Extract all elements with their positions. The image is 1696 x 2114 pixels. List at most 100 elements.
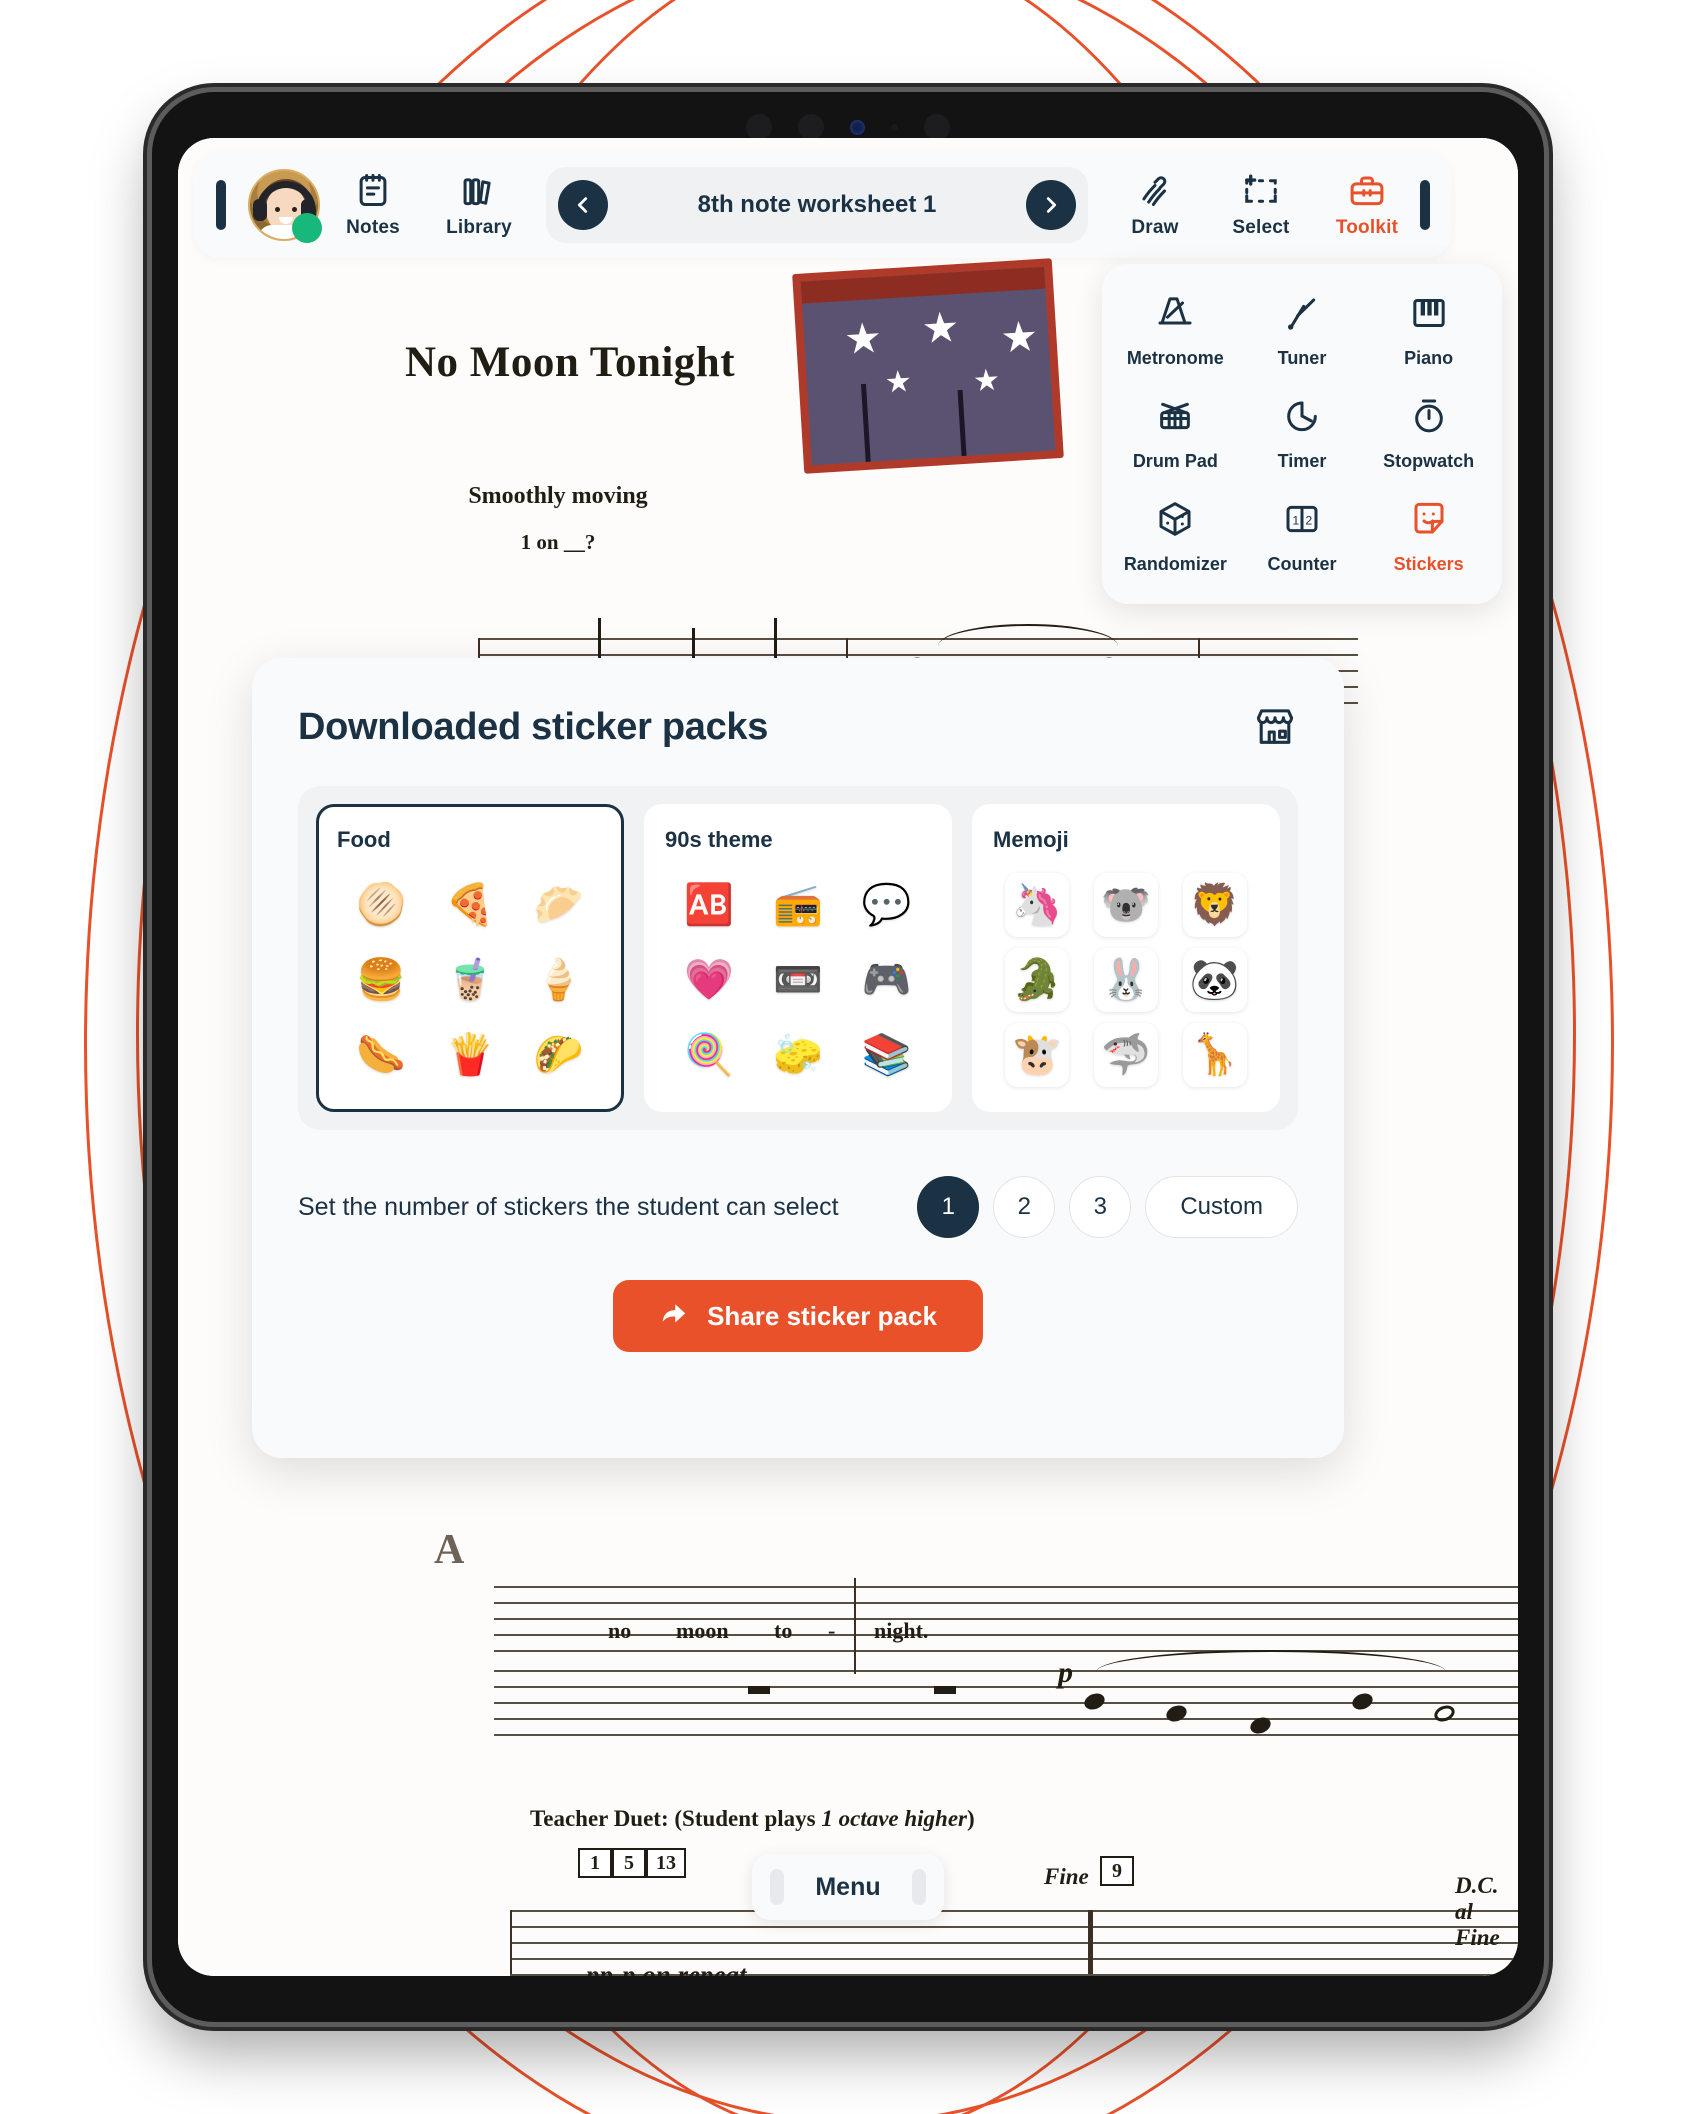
sticker[interactable]: 📼 <box>773 960 823 1000</box>
document-navigator: 8th note worksheet 1 <box>546 167 1088 243</box>
staff-line <box>494 1686 1518 1688</box>
sticker[interactable]: 🍕 <box>445 885 495 925</box>
toolkit-item-label: Tuner <box>1277 348 1327 369</box>
sticker-pack-food[interactable]: Food 🫓 🍕 🥟 🍔 🧋 🍦 🌭 🍟 🌮 <box>316 804 624 1112</box>
count-option-2[interactable]: 2 <box>993 1176 1056 1238</box>
sticker: 🐊 <box>1012 957 1063 1002</box>
menu-grip-right <box>912 1869 926 1905</box>
sticker-cell[interactable]: 🐨 <box>1093 872 1158 937</box>
counter-icon: 1 2 <box>1282 499 1322 544</box>
prev-page-button[interactable] <box>558 180 608 230</box>
toolkit-item-label: Piano <box>1404 348 1454 369</box>
online-status-dot <box>292 213 322 243</box>
front-camera-icon <box>850 119 865 135</box>
song-title: No Moon Tonight <box>404 339 736 386</box>
sticker[interactable]: 🧽 <box>773 1035 823 1075</box>
sticker[interactable]: 📻 <box>773 885 823 925</box>
count-option-1[interactable]: 1 <box>917 1176 980 1238</box>
modal-title: Downloaded sticker packs <box>298 705 769 748</box>
slur <box>938 624 1118 646</box>
sticker-cell[interactable]: 🐼 <box>1182 947 1247 1012</box>
speaker-dot <box>924 114 950 140</box>
sticker: 🐨 <box>1101 882 1151 927</box>
sticker[interactable]: 🌭 <box>356 1035 406 1075</box>
toolbar-item-label: Notes <box>346 216 400 238</box>
select-icon <box>1242 172 1280 210</box>
sticker-cell[interactable]: 🦈 <box>1093 1023 1158 1088</box>
toolkit-item-metronome[interactable]: Metronome <box>1112 280 1239 383</box>
svg-text:2: 2 <box>1305 513 1312 527</box>
sticker-pack-90s-theme[interactable]: 90s theme 🆎 📻 💬 💗 📼 🎮 🍭 🧽 📚 <box>644 804 952 1112</box>
toolkit-item-label: Counter <box>1267 553 1337 574</box>
storefront-icon[interactable] <box>1252 704 1298 750</box>
toolkit-item-label: Timer <box>1277 450 1327 471</box>
toolkit-item-piano[interactable]: Piano <box>1365 280 1492 383</box>
toolbar-item-toolkit[interactable]: Toolkit <box>1314 172 1420 239</box>
sticker: 🦁 <box>1189 882 1240 927</box>
toolkit-item-counter[interactable]: 1 2 Counter <box>1239 485 1366 588</box>
toolkit-item-randomizer[interactable]: Randomizer <box>1112 485 1239 588</box>
toolkit-item-stopwatch[interactable]: Stopwatch <box>1365 383 1492 486</box>
share-row: Share sticker pack <box>298 1280 1298 1352</box>
count-option-custom[interactable]: Custom <box>1145 1176 1298 1238</box>
headphone-cup <box>253 199 267 221</box>
pack-sticker-grid: 🦄 🐨 🦁 🐊 🐰 🐼 🐮 🦈 🦒 <box>993 867 1259 1093</box>
staff-line <box>494 1718 1518 1720</box>
note-head <box>1431 1702 1458 1725</box>
sticker[interactable]: 📚 <box>862 1035 912 1075</box>
sticker[interactable]: 🌮 <box>534 1035 584 1075</box>
count-option-3[interactable]: 3 <box>1069 1176 1132 1238</box>
sticker[interactable]: 💬 <box>862 885 912 925</box>
sticker[interactable]: 🍟 <box>445 1035 495 1075</box>
toolkit-item-drum-pad[interactable]: Drum Pad <box>1112 383 1239 486</box>
sticker[interactable]: 🍔 <box>356 960 406 1000</box>
sticker-pack-memoji[interactable]: Memoji 🦄 🐨 🦁 🐊 🐰 🐼 🐮 🦈 🦒 <box>972 804 1280 1112</box>
toolkit-item-label: Stickers <box>1393 553 1464 574</box>
sticker-cell[interactable]: 🐮 <box>1005 1023 1070 1088</box>
sticker[interactable]: 🍭 <box>684 1035 734 1075</box>
toolkit-item-stickers[interactable]: Stickers <box>1365 485 1492 588</box>
sticker[interactable]: 💗 <box>684 960 734 1000</box>
toolbar-right-grip[interactable] <box>1420 180 1430 230</box>
sticker-cell[interactable]: 🐰 <box>1093 947 1158 1012</box>
sticker-packs-modal: Downloaded sticker packs Food 🫓 🍕 🥟 🍔 🧋 … <box>252 658 1344 1458</box>
toolbar-item-label: Library <box>446 216 512 238</box>
sticker-cell[interactable]: 🦒 <box>1182 1023 1247 1088</box>
dc-al-fine-label: D.C. al Fine <box>1455 1873 1500 1950</box>
staff-line <box>494 1734 1518 1736</box>
toolkit-item-tuner[interactable]: Tuner <box>1239 280 1366 383</box>
toolkit-icon <box>1348 172 1386 210</box>
sticker[interactable]: 🎮 <box>862 960 912 1000</box>
speaker-dot <box>746 114 772 140</box>
sticker-cell[interactable]: 🐊 <box>1005 947 1070 1012</box>
next-page-button[interactable] <box>1026 180 1076 230</box>
menu-pill[interactable]: Menu <box>752 1854 944 1920</box>
sticker-cell[interactable]: 🦄 <box>1005 872 1070 937</box>
share-sticker-pack-button[interactable]: Share sticker pack <box>613 1280 983 1352</box>
toolkit-item-label: Randomizer <box>1123 553 1227 574</box>
note-head <box>1163 1702 1190 1725</box>
sticker-cell[interactable]: 🦁 <box>1182 872 1247 937</box>
toolbar-item-library[interactable]: Library <box>426 172 532 239</box>
draw-icon <box>1136 172 1174 210</box>
sticker[interactable]: 🧋 <box>445 960 495 1000</box>
sticker: 🦒 <box>1189 1033 1240 1078</box>
notes-icon <box>354 172 392 210</box>
note-head <box>1349 1690 1376 1713</box>
sticker[interactable]: 🆎 <box>684 885 734 925</box>
rest <box>934 1686 956 1694</box>
sticker-count-row: Set the number of stickers the student c… <box>298 1176 1298 1238</box>
toolbar-item-notes[interactable]: Notes <box>320 172 426 239</box>
avatar[interactable] <box>248 169 322 243</box>
sticker[interactable]: 🍦 <box>534 960 584 1000</box>
toolbar-left-grip[interactable] <box>216 180 226 230</box>
fine-label: Fine <box>1044 1864 1089 1889</box>
toolkit-item-timer[interactable]: Timer <box>1239 383 1366 486</box>
sticker[interactable]: 🫓 <box>356 885 406 925</box>
toolbar-item-draw[interactable]: Draw <box>1102 172 1208 239</box>
tree-shape <box>860 383 871 462</box>
staff-line <box>494 1602 1518 1604</box>
sticker[interactable]: 🥟 <box>534 885 584 925</box>
sticker: 🦈 <box>1101 1033 1151 1078</box>
toolbar-item-select[interactable]: Select <box>1208 172 1314 239</box>
